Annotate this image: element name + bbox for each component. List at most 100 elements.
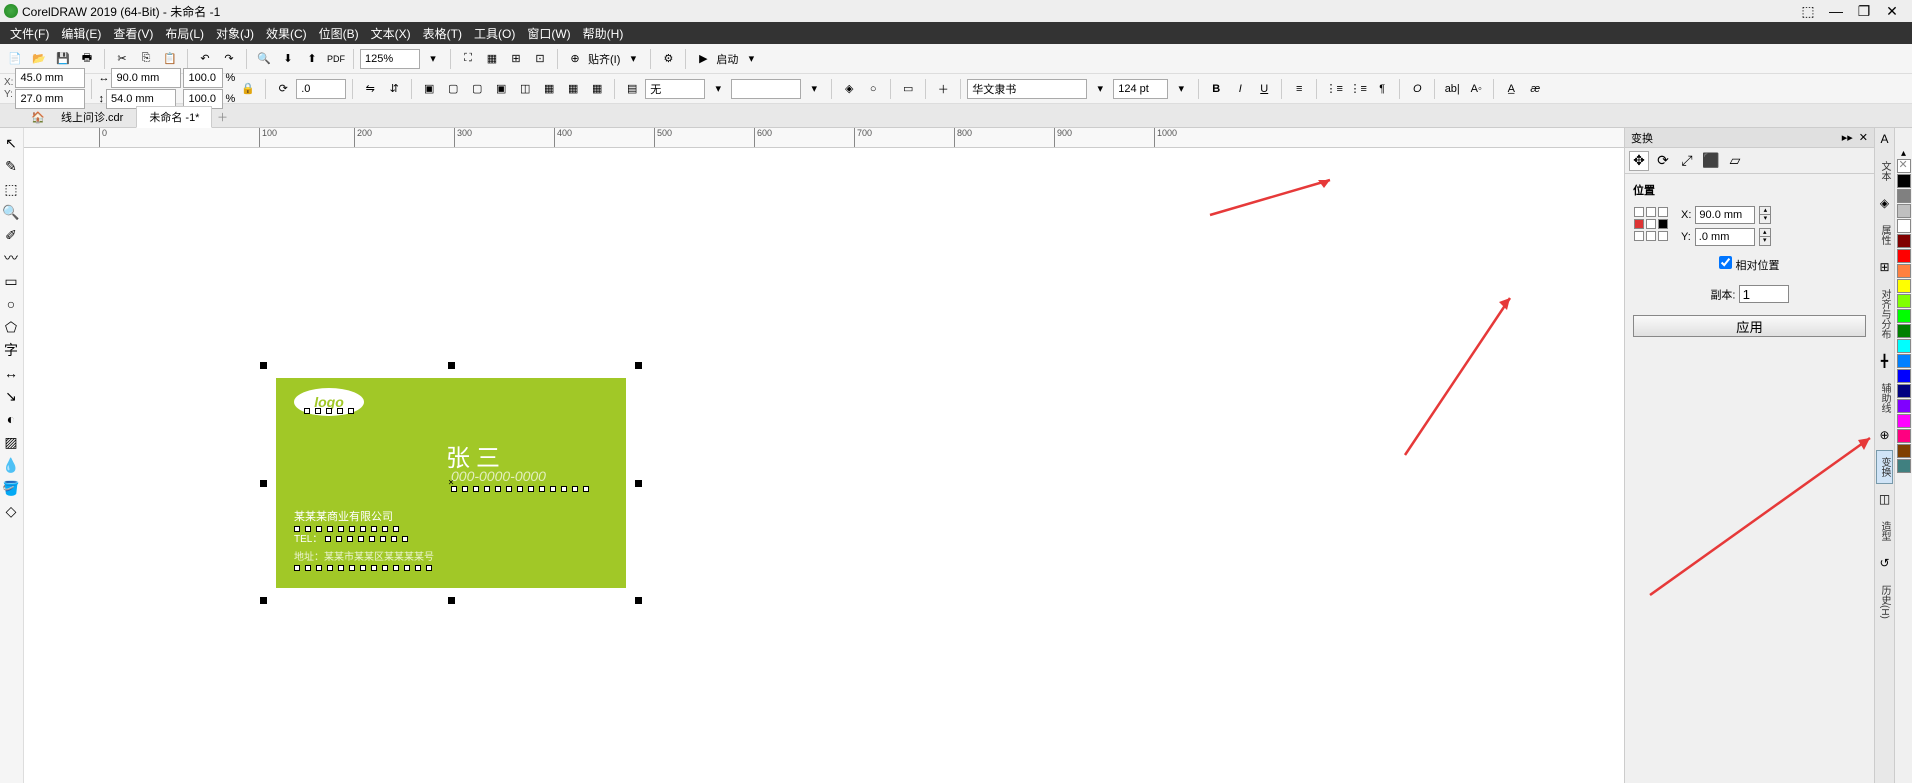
save-icon[interactable]: 💾 <box>52 48 74 70</box>
minimize-button[interactable]: — <box>1828 3 1844 19</box>
color-swatch[interactable] <box>1897 294 1911 308</box>
text-panel-icon[interactable]: A <box>1878 132 1892 146</box>
rotation-input[interactable] <box>296 79 346 99</box>
menu-window[interactable]: 窗口(W) <box>521 25 576 42</box>
pos-x-input[interactable] <box>15 68 85 88</box>
selection-handle[interactable] <box>635 597 642 604</box>
crop-tool-icon[interactable]: ⬚ <box>0 178 22 200</box>
transform-x-input[interactable] <box>1695 206 1755 224</box>
side-tab-history[interactable]: 历史(H) <box>1876 578 1893 626</box>
menu-bitmap[interactable]: 位图(B) <box>313 25 365 42</box>
options-icon[interactable]: ⚙ <box>657 48 679 70</box>
horizontal-ruler[interactable]: 0 100 200 300 400 500 600 700 800 900 10… <box>24 128 1624 148</box>
side-tab-text[interactable]: 文本 <box>1876 154 1893 188</box>
snap-icon[interactable]: ⊕ <box>564 48 586 70</box>
fill-dropdown-icon[interactable]: ▾ <box>707 78 729 100</box>
color-swatch[interactable] <box>1897 444 1911 458</box>
transform-y-input[interactable] <box>1695 228 1755 246</box>
color-swatch[interactable] <box>1897 219 1911 233</box>
home-icon[interactable]: 🏠 <box>28 107 48 127</box>
side-tab-transform[interactable]: 变换 <box>1876 450 1893 484</box>
color-swatch[interactable] <box>1897 264 1911 278</box>
copy-icon[interactable]: ⎘ <box>135 48 157 70</box>
import-icon[interactable]: ⬇ <box>277 48 299 70</box>
menu-view[interactable]: 查看(V) <box>107 25 159 42</box>
size-dropdown-icon[interactable]: ▾ <box>1170 78 1192 100</box>
icon-button[interactable]: ⬚ <box>1800 3 1816 19</box>
anchor-cell[interactable] <box>1634 231 1644 241</box>
color-swatch[interactable] <box>1897 309 1911 323</box>
order-back-icon[interactable]: ▣ <box>490 78 512 100</box>
anchor-cell[interactable] <box>1646 207 1656 217</box>
scale-x-input[interactable] <box>183 68 223 88</box>
fullscreen-icon[interactable]: ⛶ <box>457 48 479 70</box>
position-tab-icon[interactable]: ✥ <box>1629 151 1649 171</box>
glyph-icon[interactable]: A̲ <box>1500 78 1522 100</box>
group-icon[interactable]: ▦ <box>538 78 560 100</box>
rotate-tab-icon[interactable]: ⟳ <box>1653 151 1673 171</box>
anchor-cell-selected[interactable] <box>1658 219 1668 229</box>
docker-close-icon[interactable]: ✕ <box>1859 131 1868 144</box>
transparency-tool-icon[interactable]: ▨ <box>0 431 22 453</box>
color-swatch[interactable] <box>1897 324 1911 338</box>
color-swatch[interactable] <box>1897 369 1911 383</box>
italic-icon[interactable]: I <box>1229 78 1251 100</box>
card-company[interactable]: 某某某商业有限公司 <box>294 508 399 532</box>
color-swatch[interactable] <box>1897 459 1911 473</box>
docker-menu-icon[interactable]: ▸▸ <box>1842 131 1853 144</box>
zoom-input[interactable] <box>360 49 420 69</box>
numbering-icon[interactable]: ⋮≡ <box>1347 78 1369 100</box>
anchor-cell[interactable] <box>1658 231 1668 241</box>
font-size-input[interactable] <box>1113 79 1168 99</box>
color-none[interactable] <box>1897 159 1911 173</box>
text-tool-icon[interactable]: 字 <box>0 339 22 361</box>
color-swatch[interactable] <box>1897 234 1911 248</box>
shape-tool-icon[interactable]: ✎ <box>0 155 22 177</box>
spinner[interactable]: ▴▾ <box>1759 206 1771 224</box>
anchor-cell[interactable] <box>1634 207 1644 217</box>
color-swatch[interactable] <box>1897 339 1911 353</box>
menu-effects[interactable]: 效果(C) <box>260 25 313 42</box>
rulers-icon[interactable]: ▦ <box>481 48 503 70</box>
text-props-icon[interactable]: A◦ <box>1465 78 1487 100</box>
selection-handle[interactable] <box>635 480 642 487</box>
launch-icon[interactable]: ▶ <box>692 48 714 70</box>
new-icon[interactable]: 📄 <box>4 48 26 70</box>
grid-icon[interactable]: ⊞ <box>505 48 527 70</box>
close-button[interactable]: ✕ <box>1884 3 1900 19</box>
anchor-cell[interactable] <box>1634 219 1644 229</box>
color-swatch[interactable] <box>1897 414 1911 428</box>
order-forward-icon[interactable]: ▢ <box>442 78 464 100</box>
doc-tab-1[interactable]: 线上问诊.cdr <box>48 105 136 127</box>
align-left-icon[interactable]: ≡ <box>1288 78 1310 100</box>
selection-handle[interactable] <box>448 362 455 369</box>
effects-tool-icon[interactable]: ◐ <box>0 408 22 430</box>
menu-tools[interactable]: 工具(O) <box>468 25 521 42</box>
color-swatch[interactable] <box>1897 429 1911 443</box>
mirror-h-icon[interactable]: ⇋ <box>359 78 381 100</box>
ungroup-icon[interactable]: ▦ <box>562 78 584 100</box>
card-phone[interactable]: 000-0000-0000 <box>451 468 589 492</box>
rectangle-tool-icon[interactable]: ▭ <box>0 270 22 292</box>
outline-input[interactable] <box>731 79 801 99</box>
export-icon[interactable]: ⬆ <box>301 48 323 70</box>
close-path-icon[interactable]: ○ <box>862 78 884 100</box>
freehand-tool-icon[interactable]: ✐ <box>0 224 22 246</box>
add-tab-icon[interactable]: ＋ <box>212 107 232 127</box>
size-tab-icon[interactable]: ⬛ <box>1701 151 1721 171</box>
selection-handle[interactable] <box>260 480 267 487</box>
convert-curve-icon[interactable]: ◈ <box>838 78 860 100</box>
copies-input[interactable] <box>1739 285 1789 303</box>
font-name-input[interactable] <box>967 79 1087 99</box>
plus-icon[interactable]: ＋ <box>932 78 954 100</box>
menu-text[interactable]: 文本(X) <box>365 25 417 42</box>
launch-label[interactable]: 启动 <box>716 51 738 67</box>
zoom-dropdown-icon[interactable]: ▾ <box>422 48 444 70</box>
undo-icon[interactable]: ↶ <box>194 48 216 70</box>
open-icon[interactable]: 📂 <box>28 48 50 70</box>
selection-handle[interactable] <box>260 597 267 604</box>
cut-icon[interactable]: ✂ <box>111 48 133 70</box>
connector-tool-icon[interactable]: ↘ <box>0 385 22 407</box>
dropdown-icon[interactable]: ▾ <box>622 48 644 70</box>
doc-tab-2[interactable]: 未命名 -1* <box>136 106 212 128</box>
